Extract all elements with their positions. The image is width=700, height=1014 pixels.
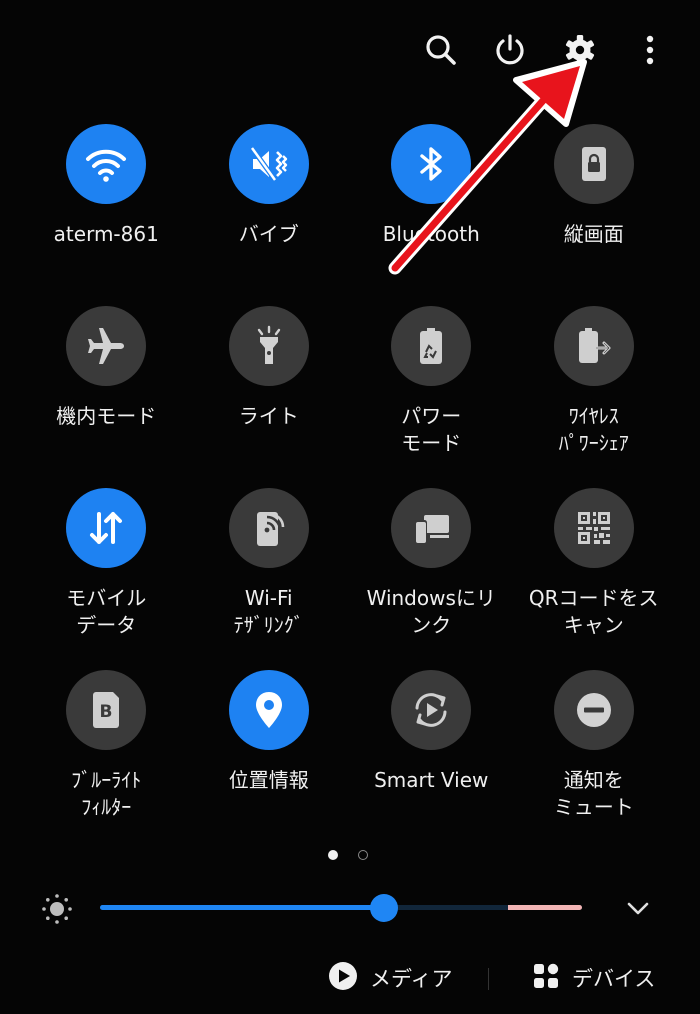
minus-circle-icon[interactable] [553, 670, 634, 750]
brightness-slider-thumb[interactable] [370, 894, 399, 922]
page-dot[interactable] [358, 850, 368, 860]
smart-view-icon[interactable] [391, 670, 472, 750]
brightness-control [0, 884, 700, 932]
tile-power-mode[interactable]: パワー モード [350, 306, 513, 488]
tile-portrait-lock[interactable]: 縦画面 [513, 124, 676, 306]
chevron-down-icon[interactable] [624, 894, 652, 922]
more-vertical-icon[interactable] [622, 22, 678, 78]
portrait-lock-icon[interactable] [553, 124, 634, 204]
brightness-sun-icon [40, 892, 74, 926]
tile-wifi[interactable]: aterm-861 [25, 124, 188, 306]
tile-label: 縦画面 [563, 222, 624, 246]
devices-button[interactable]: デバイス [532, 960, 655, 996]
tile-flashlight[interactable]: ライト [188, 306, 351, 488]
devices-label: デバイス [572, 967, 656, 991]
tile-airplane-mode[interactable]: 機内モード [25, 306, 188, 488]
data-arrows-icon[interactable] [66, 488, 147, 568]
location-pin-icon[interactable] [228, 670, 309, 750]
bottom-bar: メディア デバイス [0, 952, 700, 1004]
blue-light-b-icon[interactable]: B [66, 670, 147, 750]
tile-label: ライト [238, 404, 299, 428]
tile-link-to-windows[interactable]: Windowsにリ ンク [350, 488, 513, 670]
airplane-icon[interactable] [66, 306, 147, 386]
tile-label: aterm-861 [53, 222, 159, 246]
power-icon[interactable] [482, 22, 538, 78]
page-indicator [328, 850, 374, 862]
tile-bluetooth[interactable]: Bluetooth [350, 124, 513, 306]
tile-label: モバイル データ [66, 586, 147, 637]
battery-recycle-icon[interactable] [391, 306, 472, 386]
wifi-icon[interactable] [66, 124, 147, 204]
bluetooth-icon[interactable] [391, 124, 472, 204]
search-icon[interactable] [413, 22, 469, 78]
wireless-share-icon[interactable] [553, 306, 634, 386]
tile-label: 通知を ミュート [553, 768, 634, 819]
tile-wireless-powershare[interactable]: ﾜｲﾔﾚｽ ﾊﾟﾜｰｼｪｱ [513, 306, 676, 488]
devices-icon[interactable] [391, 488, 472, 568]
tile-label: パワー モード [401, 404, 462, 455]
tile-label: Wi-Fi ﾃｻﾞﾘﾝｸﾞ [233, 586, 304, 637]
tile-mute-notifications[interactable]: 通知を ミュート [513, 670, 676, 852]
vibrate-icon[interactable] [228, 124, 309, 204]
brightness-slider-track[interactable] [100, 905, 582, 910]
tile-wifi-tethering[interactable]: Wi-Fi ﾃｻﾞﾘﾝｸﾞ [188, 488, 351, 670]
divider [488, 968, 489, 990]
page-dot-active[interactable] [328, 850, 338, 860]
devices-grid-icon [532, 962, 560, 995]
svg-text:B: B [100, 702, 113, 722]
hotspot-icon[interactable] [228, 488, 309, 568]
tile-label: ﾜｲﾔﾚｽ ﾊﾟﾜｰｼｪｱ [558, 404, 629, 455]
tile-label: ﾌﾞﾙｰﾗｲﾄ ﾌｨﾙﾀｰ [71, 768, 142, 819]
top-bar [0, 22, 700, 78]
brightness-slider-fill [100, 905, 385, 910]
qr-code-icon[interactable] [553, 488, 634, 568]
media-button[interactable]: メディア [328, 960, 453, 996]
settings-gear-icon[interactable] [552, 22, 608, 78]
quick-settings-grid: aterm-861 バイブ Bluetooth 縦画面 機内モード ライト パワ… [25, 124, 675, 852]
tile-blue-light-filter[interactable]: B ﾌﾞﾙｰﾗｲﾄ ﾌｨﾙﾀｰ [25, 670, 188, 852]
tile-location[interactable]: 位置情報 [188, 670, 351, 852]
tile-qr-scanner[interactable]: QRコードをス キャン [513, 488, 676, 670]
tile-label: QRコードをス キャン [528, 586, 659, 637]
media-label: メディア [370, 967, 453, 991]
tile-label: 位置情報 [228, 768, 309, 792]
tile-label: Windowsにリ ンク [366, 586, 496, 637]
tile-smart-view[interactable]: Smart View [350, 670, 513, 852]
tile-label: Smart View [374, 768, 489, 792]
tile-mobile-data[interactable]: モバイル データ [25, 488, 188, 670]
tile-vibrate[interactable]: バイブ [188, 124, 351, 306]
tile-label: バイブ [238, 222, 299, 246]
play-circle-icon [328, 961, 358, 996]
brightness-slider-tail [508, 905, 582, 910]
tile-label: 機内モード [56, 404, 157, 428]
tile-label: Bluetooth [382, 222, 480, 246]
flashlight-icon[interactable] [228, 306, 309, 386]
